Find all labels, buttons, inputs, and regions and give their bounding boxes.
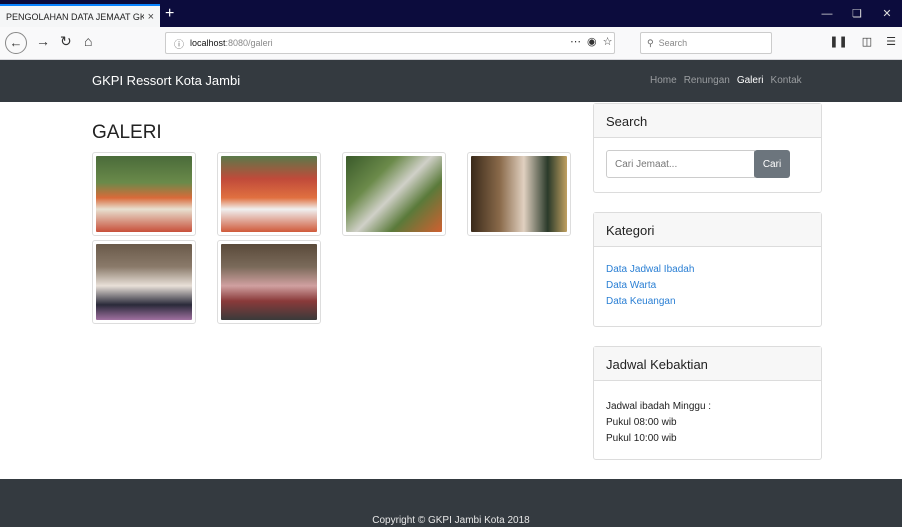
gallery-thumbnail[interactable]: [467, 152, 571, 236]
site-brand[interactable]: GKPI Ressort Kota Jambi: [92, 73, 240, 88]
url-path: :8080/galeri: [225, 38, 273, 48]
minimize-icon[interactable]: —: [812, 8, 842, 20]
url-host: localhost: [190, 38, 226, 48]
kategori-link-jadwal-ibadah[interactable]: Data Jadwal Ibadah: [606, 262, 809, 278]
reload-icon[interactable]: ↻: [60, 33, 72, 50]
kategori-card-header: Kategori: [594, 213, 821, 247]
nav-galeri[interactable]: Galeri: [737, 75, 764, 86]
browser-toolbar: ← → ↻ ⌂ ⓘ localhost:8080/galeri ⋯ ◉ ☆ ⚲ …: [0, 27, 902, 60]
site-navbar: GKPI Ressort Kota Jambi Home Renungan Ga…: [0, 60, 902, 102]
gallery-photo: [471, 156, 567, 232]
window-controls: — ❏ ✕: [812, 0, 902, 27]
new-tab-button[interactable]: +: [165, 4, 174, 24]
maximize-icon[interactable]: ❏: [842, 7, 872, 20]
gallery-photo: [96, 156, 192, 232]
search-input[interactable]: [606, 150, 755, 178]
browser-tab-bar: PENGOLAHAN DATA JEMAAT GKPI × + — ❏ ✕: [0, 0, 902, 27]
url-bar[interactable]: ⓘ localhost:8080/galeri: [165, 32, 615, 54]
search-card: Search Cari: [593, 103, 822, 193]
library-icon[interactable]: ❚❚: [829, 35, 847, 48]
browser-search-bar[interactable]: ⚲ Search: [640, 32, 772, 54]
jadwal-line: Pukul 10:00 wib: [606, 433, 677, 444]
site-footer: Copyright © GKPI Jambi Kota 2018: [0, 479, 902, 527]
gallery-photo: [221, 244, 317, 320]
jadwal-line: Pukul 08:00 wib: [606, 417, 677, 428]
search-card-header: Search: [594, 104, 821, 138]
nav-home[interactable]: Home: [650, 75, 677, 86]
search-row: Cari: [606, 150, 809, 178]
bookmark-star-icon[interactable]: ☆: [603, 35, 613, 48]
kategori-link-keuangan[interactable]: Data Keuangan: [606, 294, 809, 310]
page-title: GALERI: [92, 122, 162, 143]
gallery-thumbnail[interactable]: [217, 240, 321, 324]
url-actions: ⋯ ◉ ☆: [570, 35, 612, 48]
back-arrow-icon[interactable]: ←: [5, 32, 27, 54]
pocket-icon[interactable]: ◉: [587, 35, 597, 48]
sidebar-icon[interactable]: ◫: [862, 35, 872, 48]
nav-renungan[interactable]: Renungan: [684, 75, 730, 86]
gallery-photo: [346, 156, 442, 232]
forward-arrow-icon[interactable]: →: [36, 33, 50, 49]
more-actions-icon[interactable]: ⋯: [570, 35, 581, 48]
jadwal-card-header: Jadwal Kebaktian: [594, 347, 821, 381]
jadwal-card: Jadwal Kebaktian Jadwal ibadah Minggu : …: [593, 346, 822, 460]
gallery-photo: [96, 244, 192, 320]
info-icon[interactable]: ⓘ: [174, 36, 184, 51]
jadwal-line: Jadwal ibadah Minggu :: [606, 401, 712, 412]
gallery-thumbnail[interactable]: [217, 152, 321, 236]
search-card-body: Cari: [594, 138, 821, 190]
close-icon[interactable]: ×: [148, 11, 154, 23]
jadwal-card-body: Jadwal ibadah Minggu : Pukul 08:00 wib P…: [594, 381, 821, 459]
browser-right-tools: ❚❚ ◫ ☰: [829, 35, 896, 48]
search-button[interactable]: Cari: [754, 150, 790, 178]
gallery-thumbnail[interactable]: [342, 152, 446, 236]
gallery-photo: [221, 156, 317, 232]
footer-copyright: Copyright © GKPI Jambi Kota 2018: [372, 515, 530, 526]
kategori-link-warta[interactable]: Data Warta: [606, 278, 809, 294]
gallery-thumbnail[interactable]: [92, 240, 196, 324]
menu-icon[interactable]: ☰: [886, 35, 896, 48]
kategori-card: Kategori Data Jadwal Ibadah Data Warta D…: [593, 212, 822, 327]
browser-tab[interactable]: PENGOLAHAN DATA JEMAAT GKPI ×: [0, 4, 160, 27]
browser-search-placeholder: Search: [658, 38, 688, 48]
home-icon[interactable]: ⌂: [84, 33, 92, 49]
gallery-thumbnail[interactable]: [92, 152, 196, 236]
kategori-card-body: Data Jadwal Ibadah Data Warta Data Keuan…: [594, 247, 821, 322]
nav-links: Home Renungan Galeri Kontak: [650, 75, 802, 86]
nav-kontak[interactable]: Kontak: [771, 75, 802, 86]
window-close-icon[interactable]: ✕: [872, 7, 902, 20]
tab-title: PENGOLAHAN DATA JEMAAT GKPI: [6, 11, 144, 22]
search-icon: ⚲: [647, 37, 654, 48]
